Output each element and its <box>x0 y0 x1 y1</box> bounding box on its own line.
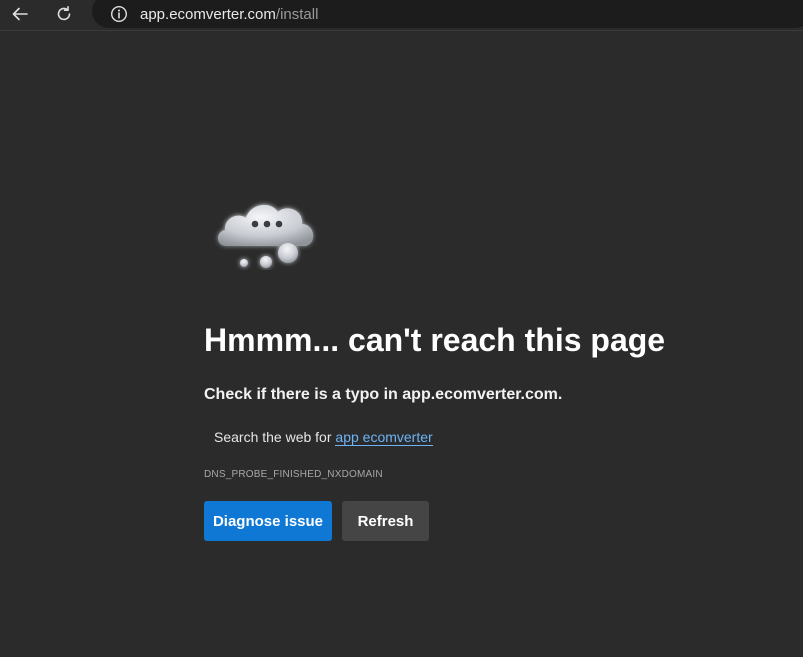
search-prefix: Search the web for <box>214 429 336 445</box>
refresh-icon <box>57 6 71 21</box>
diagnose-issue-button[interactable]: Diagnose issue <box>204 501 332 541</box>
address-bar[interactable]: app.ecomverter.com/install <box>92 0 803 28</box>
back-arrow-icon <box>12 7 28 21</box>
url-domain: app.ecomverter.com <box>140 5 276 23</box>
refresh-page-button[interactable] <box>44 0 84 28</box>
error-headline: Hmmm... can't reach this page <box>204 322 666 358</box>
search-suggestion: Search the web for app ecomverter <box>214 429 433 446</box>
browser-toolbar: app.ecomverter.com/install <box>0 0 803 31</box>
search-web-link[interactable]: app ecomverter <box>335 429 433 446</box>
url-text: app.ecomverter.com/install <box>140 6 318 23</box>
url-path: /install <box>275 5 319 23</box>
typo-message: Check if there is a typo in app.ecomvert… <box>204 386 563 403</box>
error-code: DNS_PROBE_FINISHED_NXDOMAIN <box>204 469 383 480</box>
back-button[interactable] <box>0 0 40 28</box>
refresh-button[interactable]: Refresh <box>342 501 429 541</box>
info-icon[interactable] <box>110 5 128 23</box>
cloud-icon <box>212 190 324 270</box>
